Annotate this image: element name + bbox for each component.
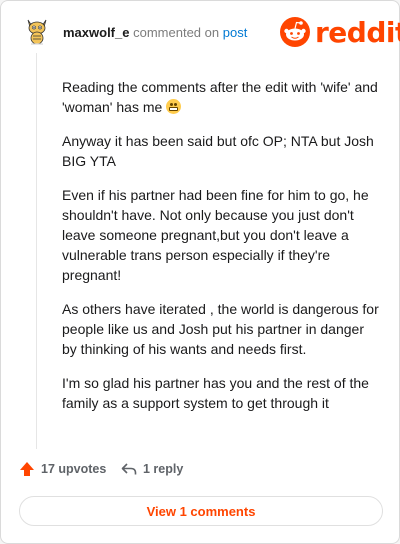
avatar[interactable] [21,15,53,47]
comment-paragraph: As others have iterated , the world is d… [62,301,379,357]
commented-on-label: commented on [133,25,220,40]
upvote-count: 17 upvotes [41,462,107,476]
thread-line [36,53,37,449]
comment-header: maxwolf_e commented on post reddit [21,15,400,51]
upvote-button[interactable]: 17 upvotes [19,461,106,477]
comment-paragraph: Anyway it has been said but ofc OP; NTA … [62,133,374,169]
comment-actions: 17 upvotes 1 reply [19,461,379,481]
comment-paragraph: I'm so glad his partner has you and the … [62,375,369,411]
comment-card: maxwolf_e commented on post reddit Readi… [0,0,400,544]
upvote-arrow-icon [20,462,34,476]
username[interactable]: maxwolf_e [63,25,129,40]
reddit-logo-icon [280,17,310,47]
reddit-wordmark: reddit [315,16,400,49]
byline: maxwolf_e commented on post [63,25,247,40]
snoo-avatar-icon [21,15,53,47]
comment-body: Reading the comments after the edit with… [62,77,382,427]
comment-paragraph: Even if his partner had been fine for hi… [62,187,369,283]
post-link[interactable]: post [223,25,248,40]
comment-paragraph: Reading the comments after the edit with… [62,79,378,115]
reply-arrow-icon [121,463,137,475]
grimacing-face-icon [166,99,182,114]
reddit-logo[interactable]: reddit [279,16,400,49]
reply-count: 1 reply [143,462,184,476]
view-comments-button[interactable]: View 1 comments [19,496,383,526]
reply-button[interactable]: 1 reply [121,461,183,477]
